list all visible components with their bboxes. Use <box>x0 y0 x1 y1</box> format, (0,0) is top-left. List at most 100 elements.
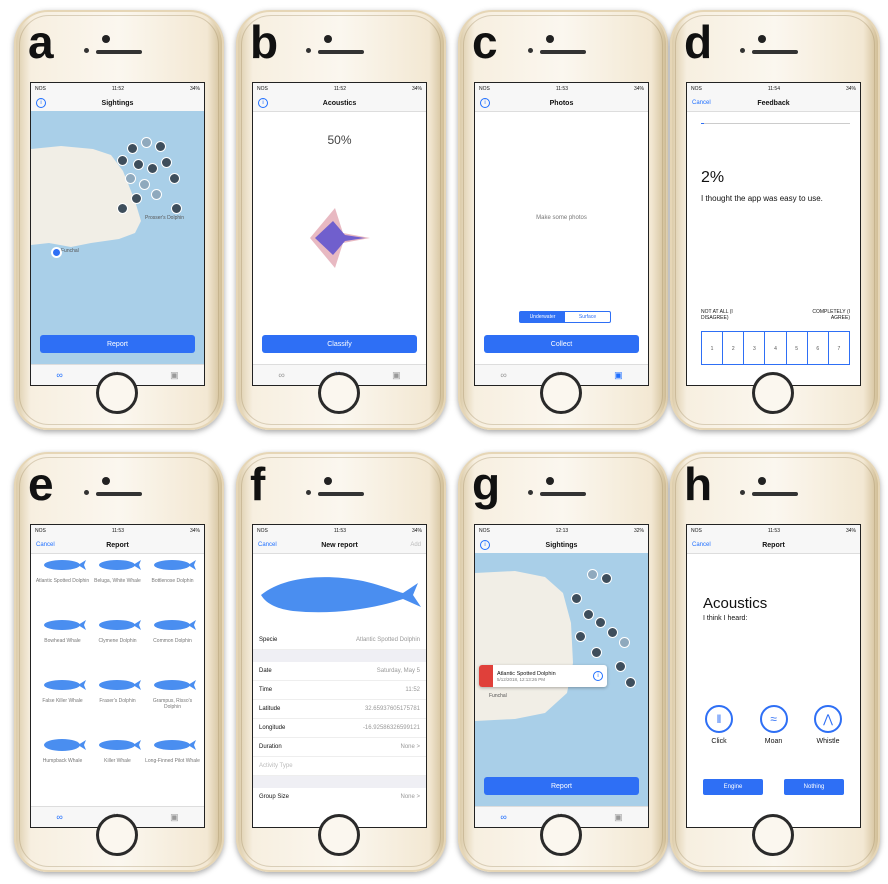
map[interactable]: Funchal Prosser's Dolphin <box>31 111 204 365</box>
cancel-button[interactable]: Cancel <box>692 542 711 548</box>
sighting-pin[interactable] <box>607 627 618 638</box>
info-icon[interactable]: i <box>480 540 490 550</box>
home-button[interactable] <box>318 814 360 856</box>
engine-button[interactable]: Engine <box>703 779 763 795</box>
form-row-latitude[interactable]: Latitude 32.65937605175781 <box>253 700 426 719</box>
sighting-pin[interactable] <box>141 137 152 148</box>
tab-sightings-icon[interactable]: ∞ <box>500 370 506 380</box>
tab-photos-icon[interactable]: ▣ <box>392 370 401 381</box>
sighting-pin[interactable] <box>125 173 136 184</box>
info-icon[interactable]: i <box>258 98 268 108</box>
sighting-pin[interactable] <box>161 157 172 168</box>
form-row-specie[interactable]: Specie Atlantic Spotted Dolphin <box>253 631 426 650</box>
tab-photos-icon[interactable]: ▣ <box>170 370 179 381</box>
tab-photos-icon[interactable]: ▣ <box>614 812 623 823</box>
collect-button[interactable]: Collect <box>484 335 639 353</box>
sighting-pin[interactable] <box>615 661 626 672</box>
form-row-activity[interactable]: Activity Type <box>253 757 426 776</box>
home-button[interactable] <box>752 372 794 414</box>
tab-sightings-icon[interactable]: ∞ <box>278 370 284 380</box>
likert-option[interactable]: 7 <box>828 331 850 365</box>
nav-bar: i Photos <box>475 95 648 112</box>
likert-option[interactable]: 2 <box>723 331 745 365</box>
species-tile[interactable]: Common Dolphin <box>145 617 200 677</box>
sighting-pin[interactable] <box>587 569 598 580</box>
home-button[interactable] <box>318 372 360 414</box>
form-row-time[interactable]: Time 11:52 <box>253 681 426 700</box>
sound-option-whistle[interactable]: ⋀ Whistle <box>806 705 850 745</box>
sighting-pin[interactable] <box>619 637 630 648</box>
report-button[interactable]: Report <box>40 335 195 353</box>
species-tile[interactable]: Bowhead Whale <box>35 617 90 677</box>
form-row-group-size[interactable]: Group Size None > <box>253 788 426 806</box>
cancel-button[interactable]: Cancel <box>692 100 711 106</box>
sighting-pin[interactable] <box>571 593 582 604</box>
segment-surface[interactable]: Surface <box>565 312 610 322</box>
sighting-pin[interactable] <box>117 203 128 214</box>
species-tile[interactable]: Fraser's Dolphin <box>90 677 145 737</box>
species-tile[interactable]: Grampus, Risso's Dolphin <box>145 677 200 737</box>
cancel-button[interactable]: Cancel <box>258 542 277 548</box>
home-button[interactable] <box>540 372 582 414</box>
species-tile[interactable]: Killer Whale <box>90 737 145 797</box>
sighting-pin[interactable] <box>601 573 612 584</box>
tab-sightings-icon[interactable]: ∞ <box>56 370 62 380</box>
sighting-callout[interactable]: Atlantic Spotted Dolphin 5/12/2018, 12:1… <box>479 665 607 687</box>
add-button[interactable]: Add <box>410 542 421 548</box>
sighting-pin[interactable] <box>169 173 180 184</box>
map[interactable]: Atlantic Spotted Dolphin 5/12/2018, 12:1… <box>475 553 648 807</box>
sighting-pin[interactable] <box>151 189 162 200</box>
info-icon[interactable]: i <box>36 98 46 108</box>
tab-photos-icon[interactable]: ▣ <box>614 370 623 381</box>
sighting-pin[interactable] <box>171 203 182 214</box>
sound-option-moan[interactable]: ≈ Moan <box>752 705 796 745</box>
classify-button[interactable]: Classify <box>262 335 417 353</box>
likert-option[interactable]: 5 <box>786 331 808 365</box>
species-tile[interactable]: Long-Finned Pilot Whale <box>145 737 200 797</box>
form-row-date[interactable]: Date Saturday, May 5 <box>253 662 426 681</box>
clock: 11:53 <box>333 528 346 534</box>
likert-option[interactable]: 4 <box>765 331 787 365</box>
sound-option-click[interactable]: ‖ Click <box>697 705 741 745</box>
tab-sightings-icon[interactable]: ∞ <box>56 812 62 822</box>
sighting-pin[interactable] <box>583 609 594 620</box>
species-tile[interactable]: Humpback Whale <box>35 737 90 797</box>
home-button[interactable] <box>752 814 794 856</box>
species-tile[interactable]: Clymene Dolphin <box>90 617 145 677</box>
sighting-pin[interactable] <box>139 179 150 190</box>
home-button[interactable] <box>540 814 582 856</box>
species-tile[interactable]: Bottlenose Dolphin <box>145 557 200 617</box>
clock: 11:52 <box>333 86 346 92</box>
report-button[interactable]: Report <box>484 777 639 795</box>
form-row-longitude[interactable]: Longitude -16.92586326599121 <box>253 719 426 738</box>
sighting-pin[interactable] <box>625 677 636 688</box>
sighting-pin[interactable] <box>147 163 158 174</box>
likert-option[interactable]: 6 <box>807 331 829 365</box>
tab-sightings-icon[interactable]: ∞ <box>500 812 506 822</box>
callout-info-icon[interactable]: i <box>593 671 603 681</box>
tab-photos-icon[interactable]: ▣ <box>170 812 179 823</box>
sighting-pin[interactable] <box>595 617 606 628</box>
likert-option[interactable]: 3 <box>744 331 766 365</box>
sighting-pin[interactable] <box>131 193 142 204</box>
home-button[interactable] <box>96 372 138 414</box>
home-button[interactable] <box>96 814 138 856</box>
nothing-button[interactable]: Nothing <box>784 779 844 795</box>
likert-option[interactable]: 1 <box>701 331 724 365</box>
species-tile[interactable]: False Killer Whale <box>35 677 90 737</box>
map-label-funchal: Funchal <box>489 693 507 699</box>
form-row-duration[interactable]: Duration None > <box>253 738 426 757</box>
sighting-pin[interactable] <box>127 143 138 154</box>
sighting-pin[interactable] <box>591 647 602 658</box>
species-tile[interactable]: Beluga, White Whale <box>90 557 145 617</box>
info-icon[interactable]: i <box>480 98 490 108</box>
segment-underwater[interactable]: Underwater <box>520 312 565 322</box>
cancel-button[interactable]: Cancel <box>36 542 55 548</box>
sighting-pin[interactable] <box>133 159 144 170</box>
sighting-pin[interactable] <box>575 631 586 642</box>
screen-feedback: NOS 11:54 34% Cancel Feedback 2% I thoug… <box>686 82 861 386</box>
camera-segment: Underwater Surface <box>519 311 611 323</box>
sighting-pin[interactable] <box>117 155 128 166</box>
sighting-pin[interactable] <box>155 141 166 152</box>
species-tile[interactable]: Atlantic Spotted Dolphin <box>35 557 90 617</box>
